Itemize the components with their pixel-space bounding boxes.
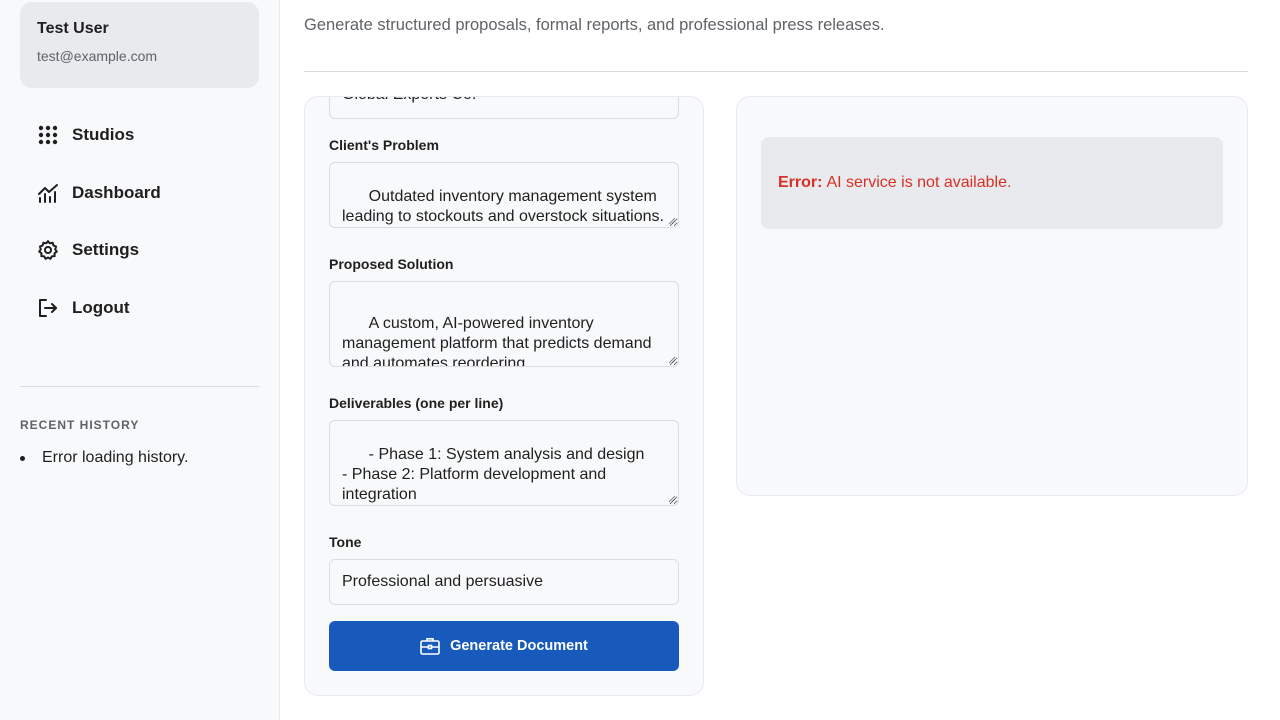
main-content: Generate structured proposals, formal re… (280, 0, 1280, 720)
error-message: AI service is not available. (826, 174, 1012, 191)
proposed-solution-value: A custom, AI-powered inventory managemen… (342, 315, 656, 367)
tone-input[interactable]: Professional and persuasive (329, 559, 679, 605)
result-panel: Error: AI service is not available. (736, 96, 1248, 496)
nav-item-settings[interactable]: Settings (20, 225, 259, 275)
nav-item-logout[interactable]: Logout (20, 283, 259, 333)
bullet-icon (20, 455, 25, 461)
error-prefix: Error: (778, 174, 823, 191)
proposed-solution-label: Proposed Solution (329, 256, 454, 272)
gear-icon (37, 239, 59, 261)
user-profile-card[interactable]: Test User test@example.com (20, 2, 259, 88)
recent-history-title: RECENT HISTORY (20, 418, 140, 432)
nav-label-dashboard: Dashboard (72, 182, 161, 202)
logout-icon (37, 297, 59, 319)
nav-label-studios: Studios (72, 125, 135, 144)
sidebar: Test User test@example.com Studios Dashb… (0, 0, 280, 720)
clients-problem-textarea[interactable]: Outdated inventory management system lea… (329, 162, 679, 228)
nav-label-logout: Logout (72, 297, 130, 317)
error-alert: Error: AI service is not available. (761, 137, 1223, 229)
client-name-input[interactable]: Global Exports Co. (329, 97, 679, 119)
tone-label: Tone (329, 534, 362, 550)
nav-item-dashboard[interactable]: Dashboard (20, 168, 259, 218)
recent-history-item: Error loading history. (42, 449, 189, 466)
sidebar-nav: Studios Dashboard Settings Logout (20, 110, 259, 340)
tone-value: Professional and persuasive (342, 573, 544, 590)
generate-document-label: Generate Document (450, 638, 588, 654)
deliverables-value: - Phase 1: System analysis and design - … (342, 446, 645, 503)
deliverables-label: Deliverables (one per line) (329, 395, 504, 411)
page-subtitle: Generate structured proposals, formal re… (304, 16, 885, 34)
resize-handle-icon[interactable] (668, 356, 676, 364)
sidebar-divider (20, 386, 259, 387)
resize-handle-icon[interactable] (668, 495, 676, 503)
resize-handle-icon[interactable] (668, 217, 676, 225)
user-name: Test User (37, 20, 109, 37)
nav-label-settings: Settings (72, 240, 140, 259)
clients-problem-label: Client's Problem (329, 137, 439, 153)
recent-history-list: Error loading history. (20, 449, 188, 467)
briefcase-icon (420, 637, 440, 655)
chart-line-icon (37, 182, 59, 204)
apps-grid-icon (37, 124, 59, 146)
clients-problem-value: Outdated inventory management system lea… (342, 188, 664, 225)
document-form: Global Exports Co. Client's Problem Outd… (304, 96, 704, 696)
user-email: test@example.com (37, 48, 158, 64)
nav-item-studios[interactable]: Studios (20, 110, 259, 160)
list-item: Error loading history. (20, 449, 188, 467)
deliverables-textarea[interactable]: - Phase 1: System analysis and design - … (329, 420, 679, 506)
header-divider (304, 71, 1248, 72)
proposed-solution-textarea[interactable]: A custom, AI-powered inventory managemen… (329, 281, 679, 367)
generate-document-button[interactable]: Generate Document (329, 621, 679, 671)
